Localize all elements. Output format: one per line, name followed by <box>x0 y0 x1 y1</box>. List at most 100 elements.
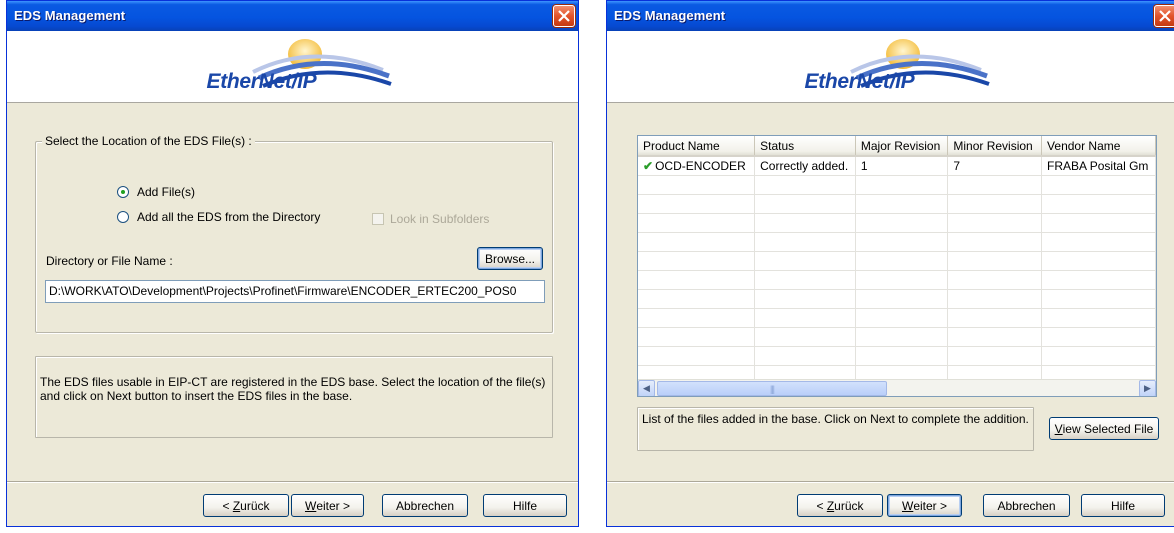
add-directory-radio[interactable]: Add all the EDS from the Directory <box>117 210 320 224</box>
cell-text: OCD-ENCODER <box>655 158 746 173</box>
empty-cell <box>1041 213 1156 233</box>
empty-cell <box>638 175 756 195</box>
table-row[interactable]: ✔ OCD-ENCODER Correctly added. 1 7 FRABA Posi… <box>638 156 1156 176</box>
empty-cell <box>855 327 949 347</box>
empty-row <box>638 327 1156 347</box>
title-bar[interactable]: EDS Management <box>7 1 578 31</box>
empty-row <box>638 289 1156 309</box>
empty-cell <box>1041 232 1156 252</box>
horizontal-scrollbar[interactable]: ◀ ||| ▶ <box>638 379 1156 396</box>
empty-row <box>638 308 1156 328</box>
back-rest: urück <box>834 498 864 513</box>
ethernet-ip-logo: EtherNet/IP <box>791 36 991 100</box>
next-rest: eiter > <box>316 498 350 513</box>
empty-row <box>638 232 1156 252</box>
checkbox-disabled-icon <box>372 213 384 225</box>
empty-cell <box>638 327 756 347</box>
cancel-button[interactable]: Abbrechen <box>382 494 468 517</box>
scroll-left-icon[interactable]: ◀ <box>638 380 655 396</box>
table-cell: FRABA Posital Gm <box>1041 156 1156 176</box>
empty-cell <box>947 232 1043 252</box>
subfolders-checkbox[interactable]: Look in Subfolders <box>372 212 489 226</box>
empty-cell <box>754 213 856 233</box>
column-header[interactable]: Vendor Name <box>1041 136 1156 157</box>
empty-cell <box>947 175 1043 195</box>
scroll-right-icon[interactable]: ▶ <box>1139 380 1156 396</box>
radio-checked-icon <box>117 186 129 198</box>
back-accel: Z <box>232 498 241 513</box>
empty-cell <box>947 270 1043 290</box>
scroll-thumb[interactable]: ||| <box>657 381 887 396</box>
empty-cell <box>947 289 1043 309</box>
empty-cell <box>754 289 856 309</box>
empty-cell <box>1041 251 1156 271</box>
next-button[interactable]: Weiter > <box>887 494 962 517</box>
empty-cell <box>947 327 1043 347</box>
add-files-radio[interactable]: Add File(s) <box>117 185 195 199</box>
column-header[interactable]: Product Name <box>638 136 756 157</box>
empty-cell <box>855 213 949 233</box>
empty-row <box>638 251 1156 271</box>
empty-cell <box>855 308 949 328</box>
empty-cell <box>855 251 949 271</box>
table-cell: ✔ OCD-ENCODER <box>638 156 756 176</box>
back-button[interactable]: < Zurück <box>203 494 289 517</box>
empty-cell <box>638 270 756 290</box>
empty-cell <box>1041 308 1156 328</box>
next-accel: W <box>304 498 317 513</box>
empty-row <box>638 175 1156 195</box>
view-accel: V <box>1054 421 1063 436</box>
column-header[interactable]: Minor Revision <box>947 136 1043 157</box>
title-bar[interactable]: EDS Management <box>607 1 1174 31</box>
next-rest: eiter > <box>913 498 947 513</box>
close-button[interactable] <box>1154 5 1174 27</box>
close-icon <box>1159 10 1171 22</box>
cell-text: 7 <box>953 158 961 173</box>
path-input[interactable]: D:\WORK\ATO\Development\Projects\Profine… <box>45 280 545 303</box>
empty-cell <box>754 232 856 252</box>
close-button[interactable] <box>553 5 575 27</box>
logo-banner: EtherNet/IP <box>607 31 1174 103</box>
footer-divider <box>607 481 1174 483</box>
empty-cell <box>855 346 949 366</box>
empty-cell <box>638 251 756 271</box>
view-selected-file-button[interactable]: View Selected File <box>1049 417 1159 440</box>
next-button[interactable]: Weiter > <box>291 494 364 517</box>
empty-cell <box>1041 289 1156 309</box>
browse-button[interactable]: Browse... <box>477 247 543 270</box>
cell-text: 1 <box>860 158 868 173</box>
empty-cell <box>947 308 1043 328</box>
close-icon <box>558 10 570 22</box>
eds-management-dialog-right: EDS Management EtherNet/IP Product Name … <box>606 0 1174 527</box>
file-table: Product Name Status Major Revision Minor Re… <box>638 136 1156 385</box>
table-cell: 1 <box>855 156 949 176</box>
view-rest: iew Selected File <box>1062 421 1154 436</box>
cell-text: Correctly added. <box>760 158 849 173</box>
empty-cell <box>754 175 856 195</box>
empty-cell <box>754 327 856 347</box>
next-accel: W <box>901 498 914 513</box>
window-title: EDS Management <box>614 8 726 23</box>
empty-cell <box>638 232 756 252</box>
empty-cell <box>855 289 949 309</box>
radio-unchecked-icon <box>117 211 129 223</box>
column-header[interactable]: Status <box>754 136 856 157</box>
help-button[interactable]: Hilfe <box>1081 494 1165 517</box>
info-text: List of the files added in the base. Cli… <box>642 412 1029 426</box>
empty-cell <box>855 175 949 195</box>
eds-file-list[interactable]: Product Name Status Major Revision Minor Re… <box>637 135 1157 397</box>
info-text: The EDS files usable in EIP-CT are regis… <box>40 375 546 403</box>
cancel-button[interactable]: Abbrechen <box>983 494 1070 517</box>
column-header[interactable]: Major Revision <box>855 136 949 157</box>
logo-text: EtherNet/IP <box>804 70 915 93</box>
add-directory-label: Add all the EDS from the Directory <box>137 210 321 224</box>
add-files-label: Add File(s) <box>137 185 196 199</box>
info-box: The EDS files usable in EIP-CT are regis… <box>35 356 553 438</box>
empty-cell <box>947 346 1043 366</box>
help-button[interactable]: Hilfe <box>483 494 567 517</box>
logo-banner: EtherNet/IP <box>7 31 578 103</box>
back-button[interactable]: < Zurück <box>797 494 883 517</box>
subfolders-label: Look in Subfolders <box>390 212 490 226</box>
empty-cell <box>855 194 949 214</box>
eds-management-dialog-left: EDS Management EtherNet/IP Select the Lo… <box>6 0 579 527</box>
